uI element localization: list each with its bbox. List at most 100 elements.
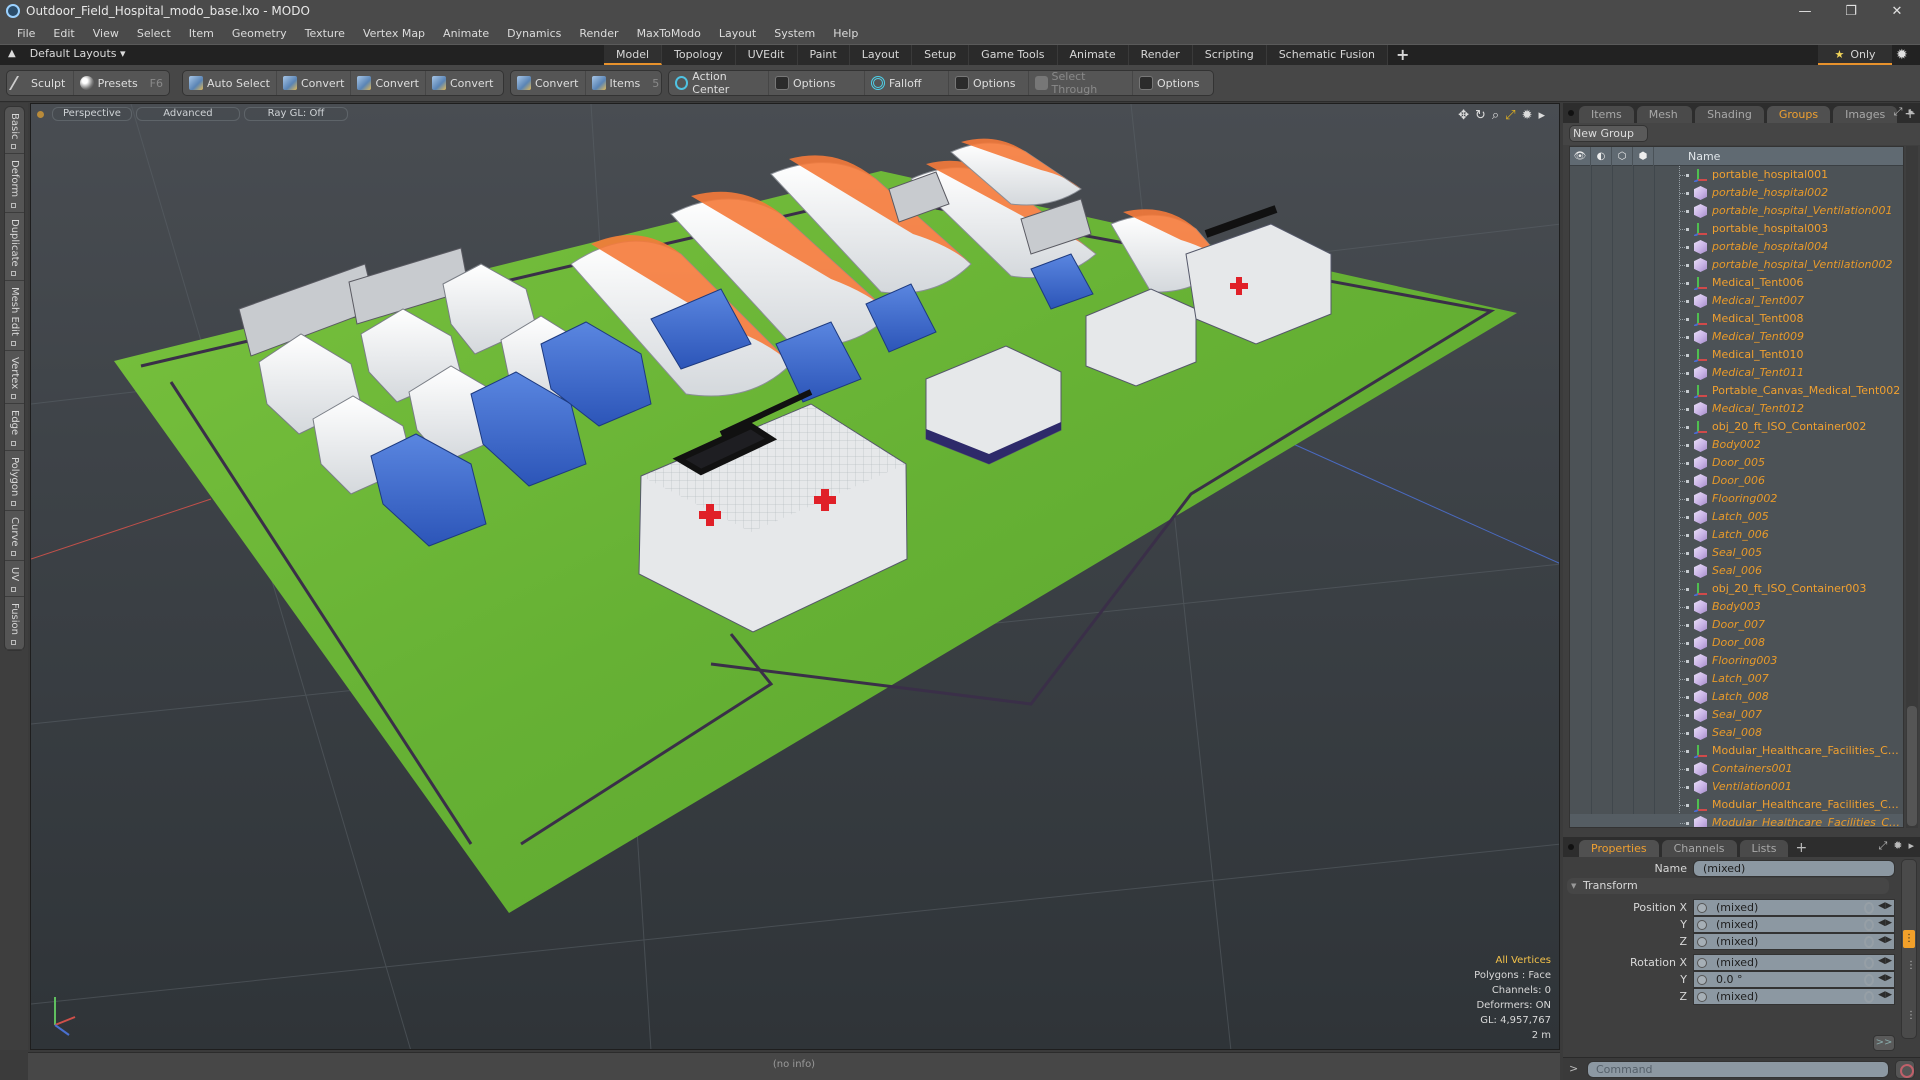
props-gear-icon[interactable]: ✹ xyxy=(1893,839,1902,853)
select-through-button[interactable]: Select Through xyxy=(1029,70,1133,96)
render-camera-icon[interactable]: ◐ xyxy=(1591,147,1612,166)
group-list-item[interactable]: Medical_Tent006 xyxy=(1570,274,1903,292)
name-column-header[interactable]: Name xyxy=(1688,150,1720,163)
group-list-item[interactable]: Medical_Tent007 xyxy=(1570,292,1903,310)
list-scrollbar[interactable] xyxy=(1906,146,1918,828)
group-list-item[interactable]: Seal_008 xyxy=(1570,724,1903,742)
panel-arrow-icon[interactable]: ▸ xyxy=(1908,839,1914,853)
tab-mesh[interactable]: Mesh ... xyxy=(1636,106,1693,138)
tab-layout[interactable]: Layout xyxy=(849,45,913,65)
group-list-item[interactable]: Door_005 xyxy=(1570,454,1903,472)
rotation-y-field[interactable]: 0.0 ° ◀▶ xyxy=(1693,971,1895,988)
action-center-options-button[interactable]: Options xyxy=(769,71,865,95)
convert-polygons-button[interactable]: Convert xyxy=(426,71,500,95)
presets-button[interactable]: Presets F6 xyxy=(74,71,169,95)
group-list-item[interactable]: Seal_005 xyxy=(1570,544,1903,562)
group-list-item[interactable]: Latch_008 xyxy=(1570,688,1903,706)
vtab-fusion[interactable]: Fusion xyxy=(5,597,24,650)
group-list-item[interactable]: Flooring002 xyxy=(1570,490,1903,508)
menu-file[interactable]: File xyxy=(8,27,44,40)
collapse-arrow-icon[interactable]: ▲ xyxy=(8,48,16,59)
minimize-button[interactable]: — xyxy=(1782,0,1828,22)
items-button[interactable]: Items 5 xyxy=(586,71,666,95)
shading-mode-button[interactable]: Advanced xyxy=(135,107,240,121)
tab-properties[interactable]: Properties xyxy=(1579,840,1659,857)
tab-items[interactable]: Items xyxy=(1579,106,1634,123)
tab-animate[interactable]: Animate xyxy=(1057,45,1129,65)
group-list-item[interactable]: Medical_Tent012 xyxy=(1570,400,1903,418)
group-list-item[interactable]: Medical_Tent008 xyxy=(1570,310,1903,328)
menu-texture[interactable]: Texture xyxy=(296,27,354,40)
add-tab-button[interactable]: + xyxy=(1388,45,1417,65)
tab-topology[interactable]: Topology xyxy=(662,45,736,65)
tab-channels[interactable]: Channels xyxy=(1661,840,1737,857)
rotate-icon[interactable]: ↻ xyxy=(1475,108,1486,123)
group-list-item[interactable]: Medical_Tent011 xyxy=(1570,364,1903,382)
lock-icon[interactable]: ⬡ xyxy=(1612,147,1633,166)
properties-tag-icon[interactable]: ⋮ xyxy=(1903,930,1915,948)
vtab-uv[interactable]: UV xyxy=(5,561,24,597)
tab-game-tools[interactable]: Game Tools xyxy=(969,45,1058,65)
vtab-duplicate[interactable]: Duplicate xyxy=(5,213,24,282)
command-input[interactable] xyxy=(1587,1061,1889,1078)
sculpt-button[interactable]: Sculpt xyxy=(7,71,74,95)
convert-vertices-button[interactable]: Convert xyxy=(277,71,352,95)
position-y-field[interactable]: (mixed) ◀▶ xyxy=(1693,916,1895,933)
panel-dot-icon[interactable] xyxy=(1568,844,1574,850)
menu-item[interactable]: Item xyxy=(180,27,223,40)
viewport-gear-icon[interactable]: ✹ xyxy=(1522,108,1533,123)
group-list-item[interactable]: Ventilation001 xyxy=(1570,778,1903,796)
3d-viewport[interactable]: Perspective Advanced Ray GL: Off ✥ ↻ ⌕ ⤢… xyxy=(30,103,1560,1050)
group-list-item[interactable]: portable_hospital003 xyxy=(1570,220,1903,238)
rotation-x-field[interactable]: (mixed) ◀▶ xyxy=(1693,954,1895,971)
action-center-button[interactable]: Action Center xyxy=(669,70,769,96)
fit-view-icon[interactable]: ⤢ xyxy=(1505,108,1515,123)
group-list-item[interactable]: Door_008 xyxy=(1570,634,1903,652)
group-list-item[interactable]: Body002 xyxy=(1570,436,1903,454)
group-list-item[interactable]: Modular_Healthcare_Facilities_Contai ... xyxy=(1570,814,1903,827)
group-list-item[interactable]: Seal_006 xyxy=(1570,562,1903,580)
scroll-thumb[interactable] xyxy=(1907,706,1917,826)
name-field[interactable]: (mixed) xyxy=(1693,860,1895,877)
add-panel-tab-button[interactable]: + xyxy=(1791,840,1811,857)
group-list-item[interactable]: Latch_005 xyxy=(1570,508,1903,526)
tab-shading[interactable]: Shading xyxy=(1695,106,1764,123)
group-list-item[interactable]: Medical_Tent010 xyxy=(1570,346,1903,364)
menu-vertex-map[interactable]: Vertex Map xyxy=(354,27,434,40)
vtab-mesh-edit[interactable]: Mesh Edit xyxy=(5,281,24,352)
default-layouts-dropdown[interactable]: Default Layouts ▾ xyxy=(30,47,126,60)
falloff-options-button[interactable]: Options xyxy=(949,71,1029,95)
select-icon[interactable]: ⬢ xyxy=(1633,147,1654,166)
group-list-item[interactable]: portable_hospital001 xyxy=(1570,166,1903,184)
group-list-item[interactable]: portable_hospital_Ventilation002 xyxy=(1570,256,1903,274)
visibility-eye-icon[interactable]: 👁 xyxy=(1570,147,1591,166)
group-list-item[interactable]: Seal_007 xyxy=(1570,706,1903,724)
group-list-item[interactable]: portable_hospital_Ventilation001 xyxy=(1570,202,1903,220)
group-list-item[interactable]: Latch_007 xyxy=(1570,670,1903,688)
raygl-button[interactable]: Ray GL: Off xyxy=(243,107,348,121)
auto-select-button[interactable]: Auto Select xyxy=(183,71,277,95)
group-list-item[interactable]: Door_006 xyxy=(1570,472,1903,490)
tab-scripting[interactable]: Scripting xyxy=(1192,45,1267,65)
vtab-edge[interactable]: Edge xyxy=(5,404,24,451)
convert-edges-button[interactable]: Convert xyxy=(351,71,426,95)
vtab-vertex[interactable]: Vertex xyxy=(5,351,24,405)
falloff-button[interactable]: Falloff xyxy=(865,71,949,95)
properties-side-strip[interactable]: ⋮ ⋮ ⋮ xyxy=(1901,859,1917,1039)
pan-icon[interactable]: ✥ xyxy=(1458,108,1469,123)
tab-lists[interactable]: Lists xyxy=(1739,840,1789,857)
group-list-item[interactable]: Containers001 xyxy=(1570,760,1903,778)
group-list-item[interactable]: Portable_Canvas_Medical_Tent002 xyxy=(1570,382,1903,400)
viewport-menu-arrow-icon[interactable]: ▸ xyxy=(1538,108,1545,123)
transform-section-header[interactable]: Transform xyxy=(1567,878,1889,894)
group-list-item[interactable]: Latch_006 xyxy=(1570,526,1903,544)
vtab-curve[interactable]: Curve xyxy=(5,511,24,562)
menu-select[interactable]: Select xyxy=(128,27,180,40)
menu-maxtomodo[interactable]: MaxToModo xyxy=(628,27,710,40)
tab-model[interactable]: Model xyxy=(604,45,663,65)
convert-items-button[interactable]: Convert xyxy=(511,71,586,95)
tab-setup[interactable]: Setup xyxy=(912,45,970,65)
vtab-deform[interactable]: Deform xyxy=(5,154,24,213)
menu-system[interactable]: System xyxy=(765,27,824,40)
tab-groups[interactable]: Groups xyxy=(1766,106,1831,123)
